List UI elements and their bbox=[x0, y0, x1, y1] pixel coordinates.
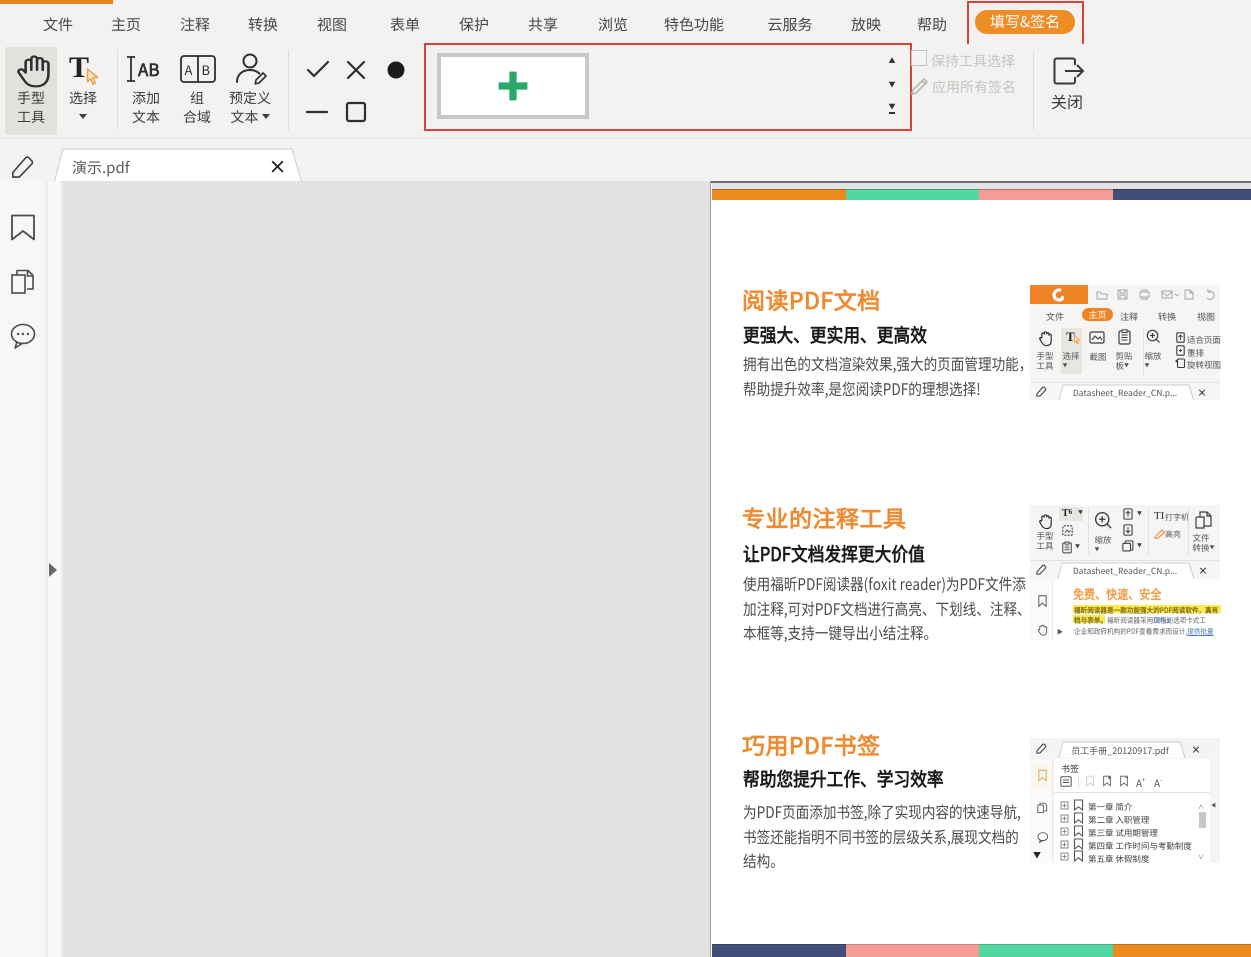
svg-text:B: B bbox=[202, 60, 211, 79]
svg-text:AB: AB bbox=[137, 56, 160, 81]
svg-text:A: A bbox=[185, 60, 193, 79]
